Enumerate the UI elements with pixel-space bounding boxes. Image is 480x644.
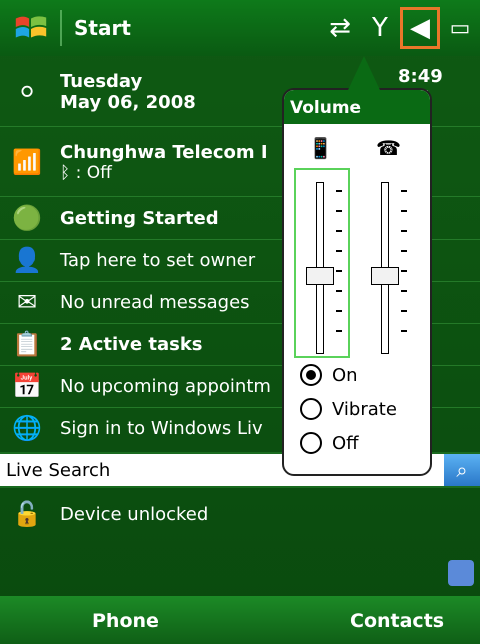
messages-text: No unread messages xyxy=(60,291,250,313)
volume-popup: Volume 📱 ☎ On Vibrate Off xyxy=(282,56,432,476)
day-text: Tuesday xyxy=(60,71,143,92)
tasks-text: 2 Active tasks xyxy=(60,333,203,355)
device-lock-text: Device unlocked xyxy=(60,503,209,525)
call-tick xyxy=(401,290,407,292)
radio-selected-dot xyxy=(306,370,316,380)
wireless-icon: 📶 xyxy=(12,148,42,176)
status-icons: ⇄ Y ◀︎ ▭ xyxy=(320,0,480,56)
ringer-tick xyxy=(336,310,342,312)
call-slider-thumb[interactable] xyxy=(371,266,399,285)
radio-button[interactable] xyxy=(300,398,322,420)
live-search-label[interactable]: Live Search xyxy=(6,460,110,481)
ringer-tick xyxy=(336,250,342,252)
call-tick xyxy=(401,310,407,312)
radio-option-on[interactable]: On xyxy=(300,364,358,386)
bluetooth-icon: ᛒ xyxy=(60,162,71,183)
volume-icon[interactable]: ◀︎ xyxy=(400,7,440,49)
contacts-softkey[interactable]: Contacts xyxy=(350,610,444,632)
call-tick xyxy=(401,250,407,252)
ringer-tick xyxy=(336,330,342,332)
phone-handset-icon: ☎ xyxy=(376,136,401,160)
windows-start-icon[interactable] xyxy=(12,9,50,47)
tray-app-icon[interactable] xyxy=(448,560,474,586)
ringer-slider-thumb[interactable] xyxy=(306,266,334,285)
title-separator xyxy=(60,10,62,46)
getting-started-icon: 🟢 xyxy=(12,204,42,232)
call-tick xyxy=(401,210,407,212)
call-tick xyxy=(401,330,407,332)
battery-icon[interactable]: ▭ xyxy=(440,16,480,41)
windows-live-icon: 🌐 xyxy=(12,414,42,442)
date-text: May 06, 2008 xyxy=(60,92,196,113)
ringer-tick xyxy=(336,290,342,292)
ringer-tick xyxy=(336,270,342,272)
call-tick xyxy=(401,270,407,272)
radio-option-off[interactable]: Off xyxy=(300,432,359,454)
radio-button[interactable] xyxy=(300,364,322,386)
softkey-bar: Phone Contacts xyxy=(0,596,480,644)
clock-icon: ⚪ xyxy=(16,78,38,106)
connectivity-icon[interactable]: ⇄ xyxy=(320,13,360,43)
windows-live-text: Sign in to Windows Liv xyxy=(60,417,263,439)
getting-started-text: Getting Started xyxy=(60,207,219,229)
call-tick xyxy=(401,230,407,232)
bluetooth-status-line: ᛒ : Off xyxy=(60,163,268,183)
title-bar: Start ⇄ Y ◀︎ ▭ xyxy=(0,0,480,56)
owner-text: Tap here to set owner xyxy=(60,249,256,271)
ringer-icon: 📱 xyxy=(308,136,333,160)
today-screen: Start ⇄ Y ◀︎ ▭ ⚪ Tuesday May 06, 2008 8:… xyxy=(0,0,480,644)
start-title[interactable]: Start xyxy=(74,16,131,40)
padlock-icon: 🔓 xyxy=(12,500,42,528)
ringer-tick xyxy=(336,190,342,192)
radio-option-vibrate[interactable]: Vibrate xyxy=(300,398,397,420)
radio-label-off: Off xyxy=(332,432,359,454)
carrier-text: Chunghwa Telecom I xyxy=(60,141,268,163)
radio-label-on: On xyxy=(332,364,358,386)
radio-label-vibrate: Vibrate xyxy=(332,398,397,420)
volume-popup-header: Volume xyxy=(284,90,430,124)
ringer-tick xyxy=(336,210,342,212)
call-tick xyxy=(401,190,407,192)
signal-icon[interactable]: Y xyxy=(360,13,400,43)
bluetooth-status-text: : Off xyxy=(75,162,112,183)
tasks-icon: 📋 xyxy=(12,330,42,358)
radio-button[interactable] xyxy=(300,432,322,454)
owner-icon: 👤 xyxy=(12,246,42,274)
phone-softkey[interactable]: Phone xyxy=(92,610,159,632)
volume-title: Volume xyxy=(290,98,362,118)
messages-icon: ✉ xyxy=(16,288,38,316)
search-icon[interactable]: ⌕ xyxy=(444,454,480,486)
calendar-icon: 📅 xyxy=(12,372,42,400)
volume-popup-pointer xyxy=(348,56,380,90)
ringer-tick xyxy=(336,230,342,232)
appointments-text: No upcoming appointm xyxy=(60,375,271,397)
device-lock-row[interactable]: 🔓 Device unlocked xyxy=(0,494,480,534)
